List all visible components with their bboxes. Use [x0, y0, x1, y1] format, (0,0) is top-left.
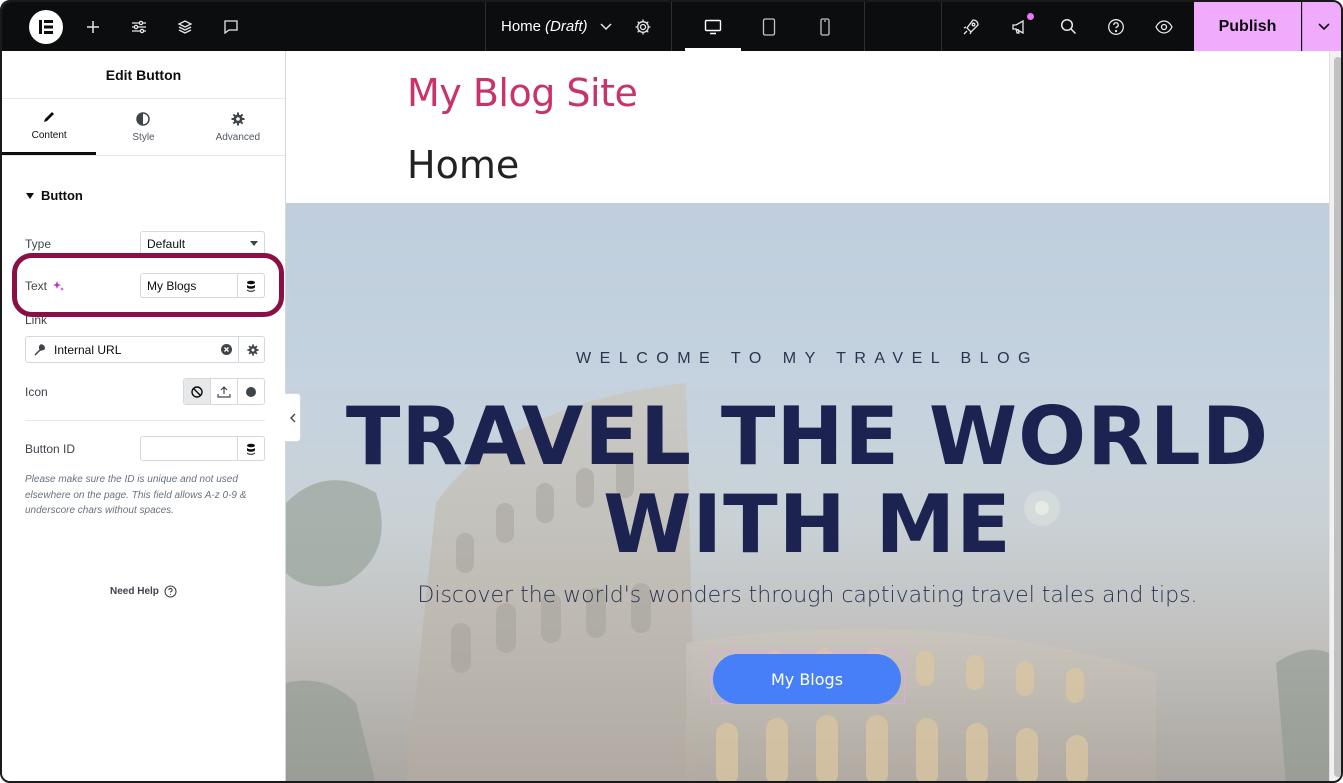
tab-content-label: Content: [31, 130, 67, 141]
elementor-logo-icon[interactable]: [29, 10, 63, 44]
search-icon[interactable]: [1056, 2, 1080, 51]
link-input[interactable]: Internal URL: [25, 336, 265, 363]
tab-advanced[interactable]: Advanced: [191, 99, 285, 155]
icon-choice-group: [183, 378, 265, 405]
document-status: (Draft): [545, 18, 588, 35]
desktop-icon[interactable]: [701, 2, 725, 51]
structure-layers-icon[interactable]: [173, 2, 197, 51]
my-blogs-button[interactable]: My Blogs: [713, 654, 901, 704]
headline-line-2: WITH ME: [603, 478, 1012, 571]
chevron-left-icon: [289, 413, 295, 422]
upload-icon[interactable]: [211, 379, 238, 404]
preview-canvas: My Blog Site Home WELCOME TO MY TRAVEL B…: [286, 51, 1329, 781]
need-help-link[interactable]: Need Help: [110, 585, 177, 598]
wrench-icon: [34, 343, 45, 356]
panel-title: Edit Button: [2, 51, 285, 99]
no-icon-ban-icon[interactable]: [184, 379, 211, 404]
hero-section[interactable]: WELCOME TO MY TRAVEL BLOG TRAVEL THE WOR…: [286, 203, 1329, 781]
site-title[interactable]: My Blog Site: [407, 71, 638, 115]
gear-icon: [231, 112, 245, 125]
page-settings-gear-icon[interactable]: [631, 2, 655, 51]
link-options-gear-icon[interactable]: [238, 336, 266, 363]
notes-comment-icon[interactable]: [219, 2, 243, 51]
divider: [671, 2, 672, 51]
scrollbar-thumb[interactable]: [1334, 57, 1341, 777]
annotation-highlight-ring: [12, 253, 284, 317]
button-id-help-note: Please make sure the ID is unique and no…: [25, 474, 247, 516]
help-question-icon[interactable]: [1104, 2, 1128, 51]
mobile-icon[interactable]: [813, 2, 837, 51]
icon-library-circle-icon[interactable]: [238, 379, 264, 404]
hero-subline[interactable]: Discover the world's wonders through cap…: [286, 583, 1329, 608]
document-name: Home: [501, 18, 542, 35]
chevron-down-icon: [599, 22, 612, 30]
tab-style-label: Style: [132, 131, 155, 143]
editor-window: Home (Draft) Publish Edit Button Content…: [0, 0, 1343, 783]
type-label: Type: [25, 237, 52, 251]
link-value: Internal URL: [54, 342, 122, 357]
caret-down-icon: [250, 241, 258, 246]
headline-line-1: TRAVEL THE WORLD: [345, 390, 1270, 483]
tablet-icon[interactable]: [757, 2, 781, 51]
preview-eye-icon[interactable]: [1152, 2, 1176, 51]
document-title-dropdown[interactable]: Home (Draft): [501, 2, 612, 51]
hero-eyebrow[interactable]: WELCOME TO MY TRAVEL BLOG: [286, 350, 1329, 368]
section-title: Button: [41, 188, 83, 203]
hero-headline[interactable]: TRAVEL THE WORLD WITH ME: [286, 393, 1329, 569]
tab-style[interactable]: Style: [96, 99, 190, 155]
publish-options-button[interactable]: [1302, 2, 1341, 51]
icon-label: Icon: [25, 385, 48, 399]
button-id-input[interactable]: [140, 436, 265, 461]
top-bar: Home (Draft) Publish: [2, 2, 1341, 51]
clear-circle-x-icon[interactable]: [221, 344, 232, 355]
half-circle-icon: [136, 111, 151, 126]
need-help-label: Need Help: [110, 586, 159, 597]
panel-tabs: Content Style Advanced: [2, 99, 285, 156]
link-label: Link: [25, 313, 48, 327]
caret-down-icon: [26, 192, 34, 199]
section-toggle-button[interactable]: Button: [26, 188, 83, 203]
section-divider: [25, 420, 265, 421]
rocket-icon[interactable]: [959, 2, 983, 51]
help-question-icon: [164, 585, 177, 598]
tab-content[interactable]: Content: [2, 99, 97, 155]
announcements-megaphone-icon[interactable]: [1008, 2, 1032, 51]
site-settings-sliders-icon[interactable]: [127, 2, 151, 51]
notification-dot: [1027, 13, 1034, 20]
type-value: Default: [147, 236, 186, 251]
divider: [941, 2, 942, 51]
dynamic-tags-icon[interactable]: [237, 436, 265, 461]
tab-advanced-label: Advanced: [215, 131, 261, 143]
editor-panel: Edit Button Content Style Advanced Butto…: [2, 51, 286, 781]
collapse-panel-button[interactable]: [285, 393, 301, 442]
divider: [864, 2, 865, 51]
chevron-down-icon: [1318, 22, 1330, 30]
publish-button[interactable]: Publish: [1194, 2, 1301, 51]
divider: [485, 2, 486, 51]
button-id-label: Button ID: [25, 442, 76, 456]
add-element-icon[interactable]: [81, 2, 105, 51]
page-title[interactable]: Home: [407, 143, 519, 187]
pencil-icon: [44, 112, 55, 122]
canvas-scrollbar[interactable]: [1329, 51, 1341, 781]
